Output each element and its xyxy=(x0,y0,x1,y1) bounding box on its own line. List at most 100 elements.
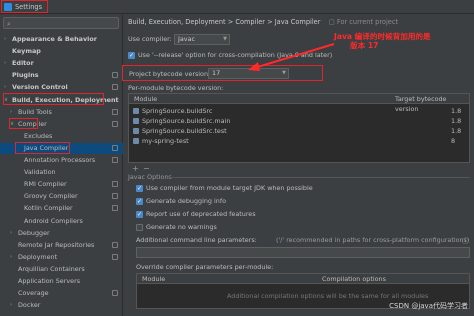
for-current-project-label: ▢ For current project xyxy=(328,18,399,26)
chevron-right-icon[interactable]: › xyxy=(10,228,12,239)
sidebar-item-excludes[interactable]: Excludes xyxy=(0,131,123,142)
module-target-version[interactable]: 8 xyxy=(451,136,455,146)
module-name: SpringSource.buildSrc.test xyxy=(142,127,227,135)
chevron-right-icon[interactable]: › xyxy=(4,82,6,93)
project-scope-icon xyxy=(112,290,118,297)
chevron-right-icon[interactable]: › xyxy=(10,300,12,311)
breadcrumb: Build, Execution, Deployment > Compiler … xyxy=(128,18,398,26)
project-scope-icon xyxy=(112,253,118,260)
sidebar-item-arquillian-containers[interactable]: Arquillian Containers xyxy=(0,264,123,275)
sidebar-item-appearance-behavior[interactable]: › Appearance & Behavior xyxy=(0,34,123,45)
table-row[interactable]: SpringSource.buildSrc.main 1.8 xyxy=(129,116,469,126)
project-scope-icon xyxy=(112,108,118,115)
project-scope-icon xyxy=(112,157,118,163)
chevron-right-icon[interactable]: › xyxy=(10,107,12,118)
javac-option-checkbox[interactable]: ✓ xyxy=(136,185,143,192)
use-compiler-value: Javac xyxy=(178,35,196,43)
sidebar-item-label: Kotlin Compiler xyxy=(24,204,73,213)
table-row[interactable]: my-spring-test 8 xyxy=(129,136,469,146)
sidebar-item-label: Appearance & Behavior xyxy=(12,35,97,43)
release-option-checkbox[interactable]: ✓ xyxy=(128,52,135,59)
javac-option-label: Use compiler from module target JDK when… xyxy=(146,184,313,192)
javac-option-label: Generate debugging info xyxy=(146,197,226,205)
javac-option-label: Generate no warnings xyxy=(146,223,217,231)
sidebar-item-label: RMI Compiler xyxy=(24,180,67,189)
project-scope-icon xyxy=(112,84,118,91)
compiler-highlight-box xyxy=(9,118,38,129)
info-icon: ⓘ xyxy=(462,237,469,245)
table-row[interactable]: SpringSource.buildSrc 1.8 xyxy=(129,106,469,116)
sidebar-item-annotation-processors[interactable]: Annotation Processors xyxy=(0,155,123,166)
sidebar-item-label: Docker xyxy=(18,301,41,310)
remove-module-button[interactable]: − xyxy=(143,164,150,173)
sidebar-item-plugins[interactable]: Plugins xyxy=(0,70,123,81)
sidebar-item-label: Debugger xyxy=(18,228,50,237)
sidebar-item-label: Android Compilers xyxy=(24,216,83,225)
javac-option-checkbox[interactable]: ✓ xyxy=(136,198,143,205)
sidebar-item-application-servers[interactable]: Application Servers xyxy=(0,276,123,287)
chevron-right-icon[interactable]: › xyxy=(4,58,6,69)
settings-search-input[interactable]: ⌕ xyxy=(3,17,119,29)
sidebar-item-label: Annotation Processors xyxy=(24,156,96,164)
sidebar-item-label: Coverage xyxy=(18,289,49,298)
sidebar-item-version-control[interactable]: › Version Control xyxy=(0,82,123,93)
sidebar-item-validation[interactable]: Validation xyxy=(0,167,123,178)
per-module-label: Per-module bytecode version: xyxy=(128,84,224,92)
override-empty-hint: Additional compilation options will be t… xyxy=(227,292,429,300)
project-scope-icon xyxy=(112,241,118,248)
sidebar-item-label: Validation xyxy=(24,168,56,177)
sidebar-item-label: Plugins xyxy=(12,71,39,80)
override-module-column-header[interactable]: Module xyxy=(142,274,165,284)
use-compiler-label: Use compiler: xyxy=(128,35,172,43)
annotation-line1: Java 编译的时候背加用的是 xyxy=(334,32,431,41)
sidebar-item-docker[interactable]: › Docker xyxy=(0,300,123,311)
compilation-options-column-header[interactable]: Compilation options xyxy=(322,274,386,284)
sidebar-item-groovy-compiler[interactable]: Groovy Compiler xyxy=(0,191,123,202)
sidebar-item-editor[interactable]: › Editor xyxy=(0,58,123,69)
javac-option-checkbox[interactable] xyxy=(136,224,143,231)
table-row[interactable]: SpringSource.buildSrc.test 1.8 xyxy=(129,126,469,136)
module-column-header[interactable]: Module xyxy=(134,94,157,104)
project-scope-icon xyxy=(112,181,118,188)
sidebar-item-label: Keymap xyxy=(12,47,41,56)
module-name: SpringSource.buildSrc.main xyxy=(142,117,231,125)
sidebar-item-label: Deployment xyxy=(18,252,58,261)
java-compiler-highlight-box xyxy=(15,142,70,154)
sidebar-item-label: Version Control xyxy=(12,83,68,92)
module-target-version[interactable]: 1.8 xyxy=(451,116,461,126)
sidebar-item-label: Groovy Compiler xyxy=(24,192,78,201)
project-scope-icon xyxy=(112,193,118,200)
annotation-arrow xyxy=(248,43,335,71)
module-icon xyxy=(133,128,139,134)
sidebar-item-label: Build Tools xyxy=(18,107,52,116)
sidebar-item-android-compilers[interactable]: Android Compilers xyxy=(0,216,123,227)
sidebar-item-remote-jar-repositories[interactable]: Remote Jar Repositories xyxy=(0,240,123,251)
javac-option-checkbox[interactable]: ✓ xyxy=(136,211,143,218)
sidebar-item-build-tools[interactable]: › Build Tools xyxy=(0,107,123,118)
use-compiler-dropdown[interactable]: Javac ▼ xyxy=(174,34,230,45)
sidebar-item-debugger[interactable]: › Debugger xyxy=(0,228,123,239)
module-table-header: Module Target bytecode version xyxy=(129,94,469,113)
sidebar-item-rmi-compiler[interactable]: RMI Compiler xyxy=(0,179,123,190)
module-target-version[interactable]: 1.8 xyxy=(451,106,461,116)
sidebar-item-label: Excludes xyxy=(24,131,53,140)
annotation-line2: 版本 17 xyxy=(350,41,379,50)
chevron-right-icon[interactable]: › xyxy=(10,252,12,263)
sidebar-item-keymap[interactable]: Keymap xyxy=(0,46,123,57)
additional-params-input[interactable] xyxy=(136,247,470,258)
module-target-version[interactable]: 1.8 xyxy=(451,126,461,136)
sidebar-item-coverage[interactable]: Coverage xyxy=(0,288,123,299)
breadcrumb-path: Build, Execution, Deployment > Compiler … xyxy=(128,18,321,26)
title-bar: Settings xyxy=(0,0,474,14)
sidebar-item-deployment[interactable]: › Deployment xyxy=(0,252,123,263)
module-icon xyxy=(133,138,139,144)
add-module-button[interactable]: + xyxy=(132,164,139,173)
project-scope-icon xyxy=(112,120,118,127)
project-scope-icon xyxy=(112,72,118,79)
override-table-header: Module Compilation options xyxy=(137,274,469,284)
sidebar-item-kotlin-compiler[interactable]: Kotlin Compiler xyxy=(0,203,123,214)
project-scope-icon xyxy=(112,205,118,212)
additional-params-hint: ('/' recommended in paths for cross-plat… xyxy=(276,236,470,244)
sidebar-item-label: Editor xyxy=(12,59,34,68)
chevron-right-icon[interactable]: › xyxy=(4,34,6,45)
